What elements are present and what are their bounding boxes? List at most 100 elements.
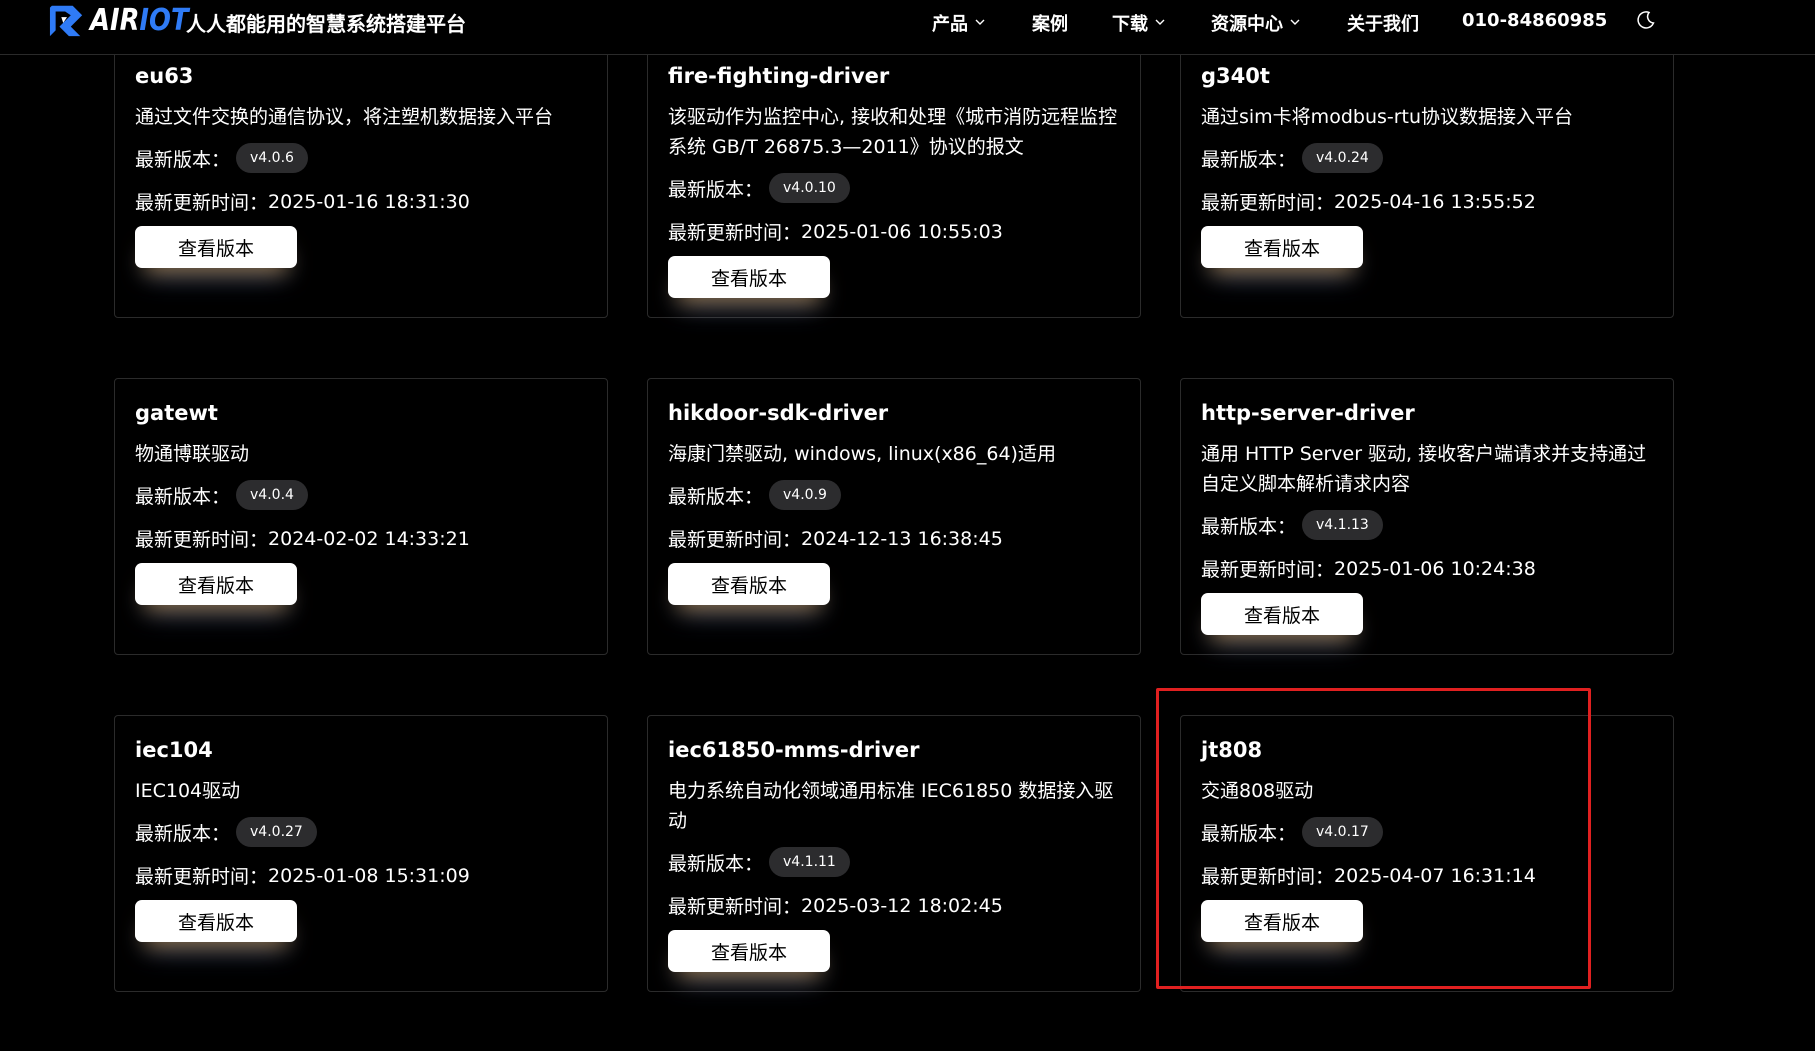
version-row: 最新版本： v4.0.10 (668, 173, 850, 203)
version-row: 最新版本： v4.0.6 (135, 143, 308, 173)
version-label: 最新版本： (668, 852, 764, 875)
updated-row: 最新更新时间： 2025-03-12 18:02:45 (668, 892, 1003, 919)
version-badge: v4.0.4 (236, 480, 308, 510)
driver-card: eu63 通过文件交换的通信协议，将注塑机数据接入平台 最新版本： v4.0.6… (114, 30, 608, 318)
driver-card: iec61850-mms-driver 电力系统自动化领域通用标准 IEC618… (647, 715, 1141, 992)
card-title: iec61850-mms-driver (668, 738, 920, 762)
chevron-down-icon (975, 19, 985, 25)
version-label: 最新版本： (135, 822, 231, 845)
version-row: 最新版本： v4.1.13 (1201, 510, 1383, 540)
updated-row: 最新更新时间： 2025-01-16 18:31:30 (135, 188, 470, 215)
updated-value: 2025-04-07 16:31:14 (1334, 864, 1536, 887)
chevron-down-icon (1155, 19, 1165, 25)
view-versions-button[interactable]: 查看版本 (135, 900, 297, 942)
version-row: 最新版本： v4.1.11 (668, 847, 850, 877)
updated-row: 最新更新时间： 2025-04-07 16:31:14 (1201, 862, 1536, 889)
updated-row: 最新更新时间： 2024-12-13 16:38:45 (668, 525, 1003, 552)
nav-item-resources[interactable]: 资源中心 (1211, 10, 1300, 36)
nav-item-products[interactable]: 产品 (932, 10, 985, 36)
updated-value: 2025-04-16 13:55:52 (1334, 190, 1536, 213)
version-label: 最新版本： (135, 148, 231, 171)
updated-label: 最新更新时间： (1201, 192, 1335, 214)
version-badge: v4.0.6 (236, 143, 308, 173)
nav-label: 关于我们 (1347, 14, 1419, 35)
version-label: 最新版本： (135, 485, 231, 508)
version-label: 最新版本： (668, 485, 764, 508)
card-description: 物通博联驱动 (135, 443, 250, 465)
main-nav: 产品 案例 下载 资源中心 关于我们 010-84860985 (0, 10, 1815, 36)
card-title: iec104 (135, 738, 213, 762)
driver-card: http-server-driver 通用 HTTP Server 驱动, 接收… (1180, 378, 1674, 655)
version-badge: v4.0.9 (769, 480, 841, 510)
version-row: 最新版本： v4.0.17 (1201, 817, 1383, 847)
card-title: hikdoor-sdk-driver (668, 401, 889, 425)
nav-label: 010-84860985 (1462, 10, 1608, 31)
version-badge: v4.0.24 (1302, 143, 1383, 173)
nav-label: 案例 (1032, 14, 1068, 35)
updated-label: 最新更新时间： (668, 529, 802, 551)
view-versions-button[interactable]: 查看版本 (135, 226, 297, 268)
updated-value: 2024-12-13 16:38:45 (801, 527, 1003, 550)
updated-label: 最新更新时间： (1201, 559, 1335, 581)
view-versions-button[interactable]: 查看版本 (1201, 593, 1363, 635)
version-badge: v4.1.11 (769, 847, 850, 877)
view-versions-button[interactable]: 查看版本 (135, 563, 297, 605)
card-title: eu63 (135, 64, 194, 88)
card-title: http-server-driver (1201, 401, 1415, 425)
updated-label: 最新更新时间： (135, 866, 269, 888)
updated-row: 最新更新时间： 2025-04-16 13:55:52 (1201, 188, 1536, 215)
driver-card: g340t 通过sim卡将modbus-rtu协议数据接入平台 最新版本： v4… (1180, 30, 1674, 318)
card-description: 通用 HTTP Server 驱动, 接收客户端请求并支持通过自定义脚本解析请求… (1201, 443, 1647, 495)
card-title: jt808 (1201, 738, 1263, 762)
updated-value: 2025-01-08 15:31:09 (268, 864, 470, 887)
updated-value: 2025-01-06 10:55:03 (801, 220, 1003, 243)
updated-label: 最新更新时间： (135, 192, 269, 214)
card-description: 该驱动作为监控中心, 接收和处理《城市消防远程监控系统 GB/T 26875.3… (668, 106, 1118, 158)
top-header: AIRIOT 人人都能用的智慧系统搭建平台 产品 案例 下载 资源中心 关于我们… (0, 0, 1815, 55)
nav-item-cases[interactable]: 案例 (1032, 10, 1068, 36)
version-row: 最新版本： v4.0.9 (668, 480, 841, 510)
view-versions-button[interactable]: 查看版本 (668, 930, 830, 972)
version-label: 最新版本： (1201, 822, 1297, 845)
nav-item-download[interactable]: 下载 (1112, 10, 1165, 36)
updated-row: 最新更新时间： 2025-01-06 10:24:38 (1201, 555, 1536, 582)
card-description: 海康门禁驱动, windows, linux(x86_64)适用 (668, 443, 1056, 465)
nav-item-phone[interactable]: 010-84860985 (1462, 10, 1607, 31)
card-description: 电力系统自动化领域通用标准 IEC61850 数据接入驱动 (668, 780, 1114, 832)
version-badge: v4.0.17 (1302, 817, 1383, 847)
view-versions-button[interactable]: 查看版本 (1201, 226, 1363, 268)
card-description: IEC104驱动 (135, 780, 241, 802)
updated-row: 最新更新时间： 2024-02-02 14:33:21 (135, 525, 470, 552)
driver-card: jt808 交通808驱动 最新版本： v4.0.17 最新更新时间： 2025… (1180, 715, 1674, 992)
card-description: 通过sim卡将modbus-rtu协议数据接入平台 (1201, 106, 1574, 128)
view-versions-button[interactable]: 查看版本 (668, 256, 830, 298)
version-row: 最新版本： v4.0.27 (135, 817, 317, 847)
updated-label: 最新更新时间： (668, 896, 802, 918)
version-label: 最新版本： (1201, 148, 1297, 171)
driver-card: gatewt 物通博联驱动 最新版本： v4.0.4 最新更新时间： 2024-… (114, 378, 608, 655)
version-label: 最新版本： (1201, 515, 1297, 538)
view-versions-button[interactable]: 查看版本 (1201, 900, 1363, 942)
nav-item-about[interactable]: 关于我们 (1347, 10, 1419, 36)
version-label: 最新版本： (668, 178, 764, 201)
nav-label: 产品 (932, 14, 968, 35)
updated-value: 2024-02-02 14:33:21 (268, 527, 470, 550)
updated-label: 最新更新时间： (668, 222, 802, 244)
view-versions-button[interactable]: 查看版本 (668, 563, 830, 605)
updated-label: 最新更新时间： (135, 529, 269, 551)
version-row: 最新版本： v4.0.24 (1201, 143, 1383, 173)
card-title: fire-fighting-driver (668, 64, 890, 88)
card-title: gatewt (135, 401, 218, 425)
updated-row: 最新更新时间： 2025-01-06 10:55:03 (668, 218, 1003, 245)
moon-icon[interactable] (1636, 10, 1656, 30)
version-badge: v4.1.13 (1302, 510, 1383, 540)
nav-label: 下载 (1112, 14, 1148, 35)
nav-label: 资源中心 (1211, 14, 1283, 35)
card-description: 通过文件交换的通信协议，将注塑机数据接入平台 (135, 106, 554, 128)
chevron-down-icon (1290, 19, 1300, 25)
version-badge: v4.0.27 (236, 817, 317, 847)
driver-card: iec104 IEC104驱动 最新版本： v4.0.27 最新更新时间： 20… (114, 715, 608, 992)
updated-value: 2025-01-06 10:24:38 (1334, 557, 1536, 580)
updated-row: 最新更新时间： 2025-01-08 15:31:09 (135, 862, 470, 889)
updated-value: 2025-01-16 18:31:30 (268, 190, 470, 213)
